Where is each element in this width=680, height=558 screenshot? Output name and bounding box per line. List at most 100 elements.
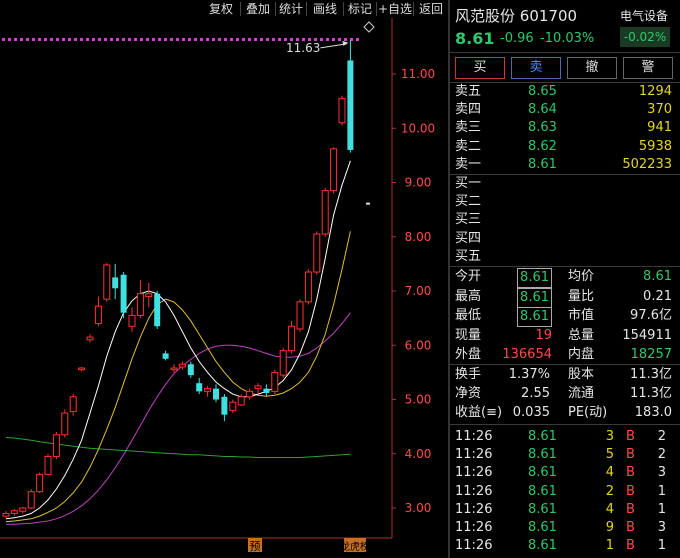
tick-count: 1 xyxy=(657,501,666,517)
sector-change-pct: -0.02% xyxy=(620,27,670,47)
sell-button[interactable]: 卖 xyxy=(511,57,561,79)
last-price: 8.61 xyxy=(455,29,495,48)
tick-volume: 4 xyxy=(605,501,614,517)
prev-high-dotted-marker xyxy=(2,38,5,41)
stat-label: 内盘 xyxy=(568,347,595,362)
tick-price: 8.61 xyxy=(528,465,557,481)
prev-high-dotted-marker xyxy=(104,38,107,41)
stock-name-text: 风范股份 xyxy=(455,7,516,25)
tick-row: 11:26 8.61 5 B 2 xyxy=(450,446,674,464)
prev-high-dotted-marker xyxy=(212,38,215,41)
divider xyxy=(450,266,680,267)
prev-high-dotted-marker xyxy=(38,38,41,41)
prev-high-dotted-marker xyxy=(230,38,233,41)
ask-label: 卖四 xyxy=(455,102,482,118)
stats-row: 换手 1.37% 股本 11.3亿 xyxy=(450,366,674,384)
stat-value: 8.61 xyxy=(517,287,552,308)
candle-body-down xyxy=(112,277,119,289)
stat-value: 183.0 xyxy=(634,405,672,420)
tick-time: 11:26 xyxy=(455,520,493,535)
back-button[interactable]: 返回 xyxy=(414,0,448,18)
tick-time: 11:26 xyxy=(455,465,493,481)
prev-high-dotted-marker xyxy=(260,38,263,41)
tick-side: B xyxy=(626,501,635,517)
tick-row: 11:26 8.61 1 B 1 xyxy=(450,537,674,555)
candle-body-up xyxy=(145,293,153,297)
fuquan-button[interactable]: 复权 xyxy=(202,0,240,18)
stat-label: 现量 xyxy=(455,327,482,343)
stat-value: 18257 xyxy=(630,347,672,362)
stat-label: 市值 xyxy=(568,308,595,323)
prev-high-dotted-marker xyxy=(98,38,101,41)
bid-label: 买一 xyxy=(455,176,482,191)
price-tick-label: 5.00 xyxy=(405,393,432,407)
draw-line-button[interactable]: 画线 xyxy=(307,0,343,18)
price-tick-label: 8.00 xyxy=(405,230,432,244)
candle-body-up xyxy=(2,512,10,517)
stats-row: 现量 19 总量 154911 xyxy=(450,327,674,345)
cancel-order-button[interactable]: 撤 xyxy=(567,57,617,79)
prev-high-dotted-marker xyxy=(8,38,11,41)
statistics-button[interactable]: 统计 xyxy=(276,0,306,18)
stats-row: 外盘 136654 内盘 18257 xyxy=(450,346,674,364)
price-tick-label: 4.00 xyxy=(405,447,432,461)
buy-button[interactable]: 买 xyxy=(455,57,505,79)
add-watchlist-button[interactable]: +自选 xyxy=(377,0,413,18)
tick-price: 8.61 xyxy=(528,483,557,499)
prev-high-dotted-marker xyxy=(134,38,137,41)
ask-price: 8.61 xyxy=(528,156,557,172)
prev-high-dotted-marker xyxy=(20,38,23,41)
candle-body-up xyxy=(170,367,178,371)
overlay-button[interactable]: 叠加 xyxy=(241,0,275,18)
prev-high-dotted-marker xyxy=(116,38,119,41)
tick-count: 1 xyxy=(657,483,666,499)
candle-body-up xyxy=(52,434,60,457)
stat-value: 1.37% xyxy=(508,367,550,382)
divider xyxy=(450,52,680,53)
prev-high-dotted-marker xyxy=(86,38,89,41)
prev-high-dotted-marker xyxy=(332,38,335,41)
candle-body-up xyxy=(69,396,77,412)
stat-label: 流通 xyxy=(568,386,595,401)
kline-chart[interactable]: 11.00 10.00 9.00 8.00 7.00 6.00 5.00 4.00 3.00 11… xyxy=(0,18,448,558)
mark-button[interactable]: 标记 xyxy=(344,0,376,18)
tick-time: 11:26 xyxy=(455,429,493,444)
tick-time: 11:26 xyxy=(455,447,493,463)
tick-price: 8.61 xyxy=(528,538,557,554)
ask-label: 卖五 xyxy=(455,84,482,99)
quote-panel: 风范股份 601700 电气设备 8.61 -0.96 -10.03% -0.0… xyxy=(450,0,680,558)
price-tick-label: 11.00 xyxy=(401,67,435,81)
candle-body-up xyxy=(36,473,44,493)
high-arrow xyxy=(320,43,347,49)
ask-price: 8.62 xyxy=(528,138,557,154)
stat-value: 19 xyxy=(535,327,552,343)
ask-volume: 370 xyxy=(647,102,672,118)
stat-value: 11.3亿 xyxy=(630,367,672,382)
tick-row: 11:26 8.61 2 B 1 xyxy=(450,483,674,501)
candle-body-up xyxy=(321,190,329,235)
ma-white-line xyxy=(5,160,351,520)
bid-label: 买二 xyxy=(455,194,482,210)
sector-name[interactable]: 电气设备 xyxy=(620,7,668,24)
prev-high-dotted-marker xyxy=(110,38,113,41)
stat-value: 2.55 xyxy=(521,386,550,401)
candle-body-up xyxy=(128,314,136,327)
prev-high-dotted-marker xyxy=(170,38,173,41)
prev-high-dotted-marker xyxy=(176,38,179,41)
stat-label: 最高 xyxy=(455,288,482,304)
stat-value: 8.61 xyxy=(517,268,552,288)
candle-body-up xyxy=(10,510,18,514)
ask-row: 卖一 8.61 502233 xyxy=(450,156,674,174)
bid-label: 买四 xyxy=(455,230,482,246)
prev-high-dotted-marker xyxy=(146,38,149,41)
prev-high-dotted-marker xyxy=(326,38,329,41)
ask-price: 8.64 xyxy=(528,102,557,118)
candle-body-up xyxy=(254,385,262,390)
ask-volume: 941 xyxy=(647,120,672,136)
prev-high-dotted-marker xyxy=(140,38,143,41)
alert-button[interactable]: 警 xyxy=(623,57,673,79)
prev-high-dotted-marker xyxy=(194,38,197,41)
ma-magenta-line xyxy=(6,312,351,525)
stat-value: 97.6亿 xyxy=(630,308,672,323)
prev-high-dotted-marker xyxy=(80,38,83,41)
